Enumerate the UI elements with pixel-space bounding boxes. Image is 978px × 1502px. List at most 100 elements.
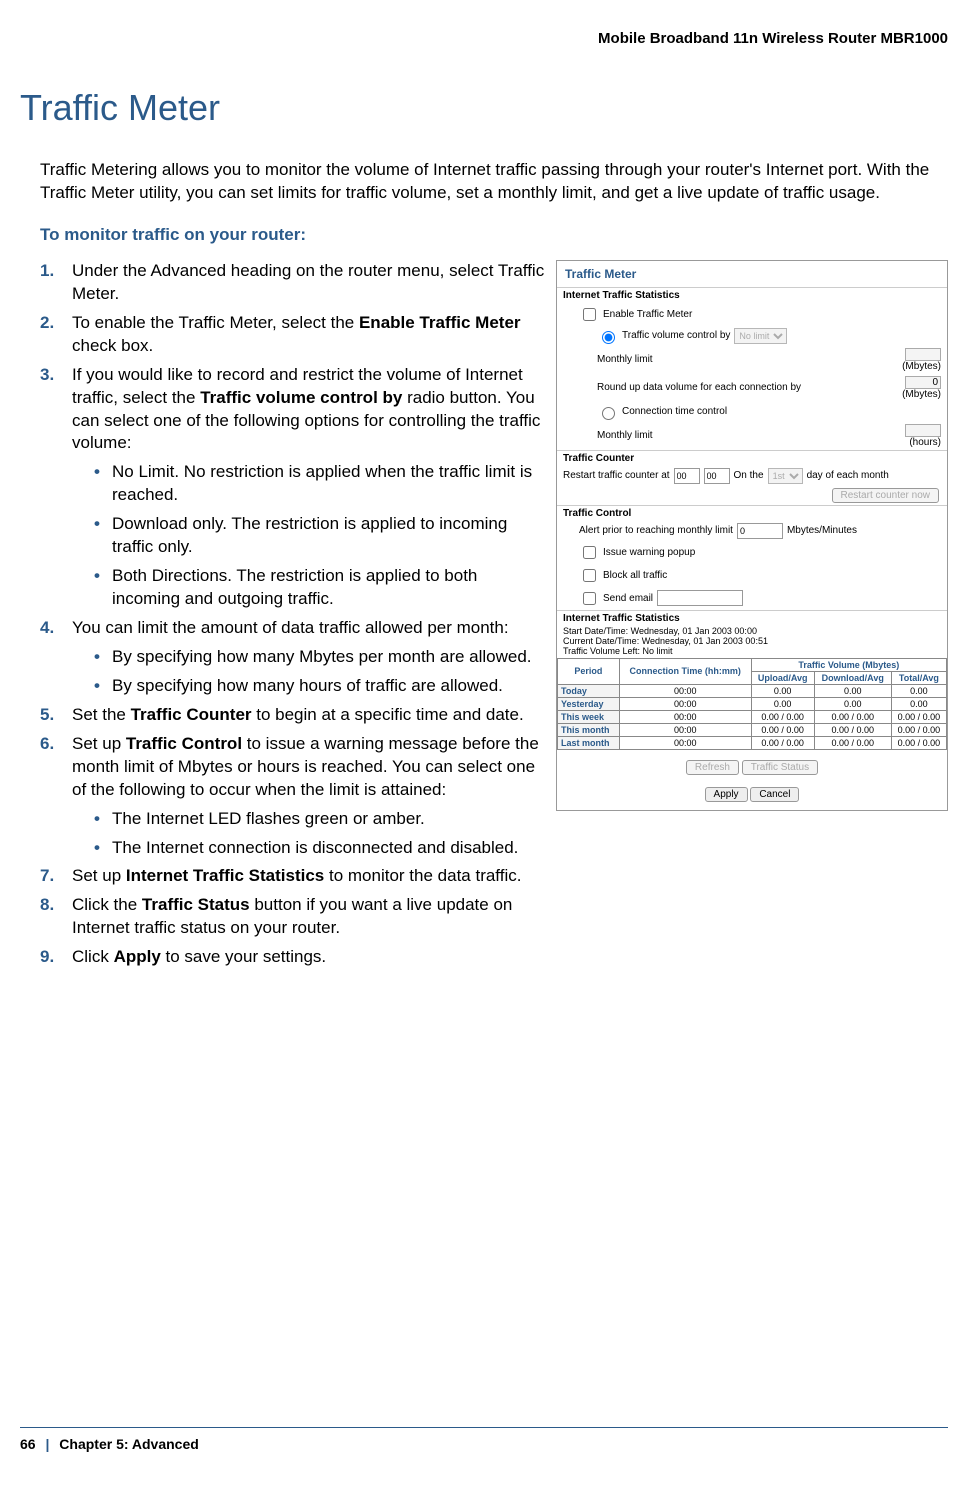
table-row: Today00:000.000.000.00 xyxy=(558,684,947,697)
roundup-val: 0 xyxy=(905,376,941,389)
page-number: 66 xyxy=(20,1436,36,1452)
send-label: Send email xyxy=(603,593,653,604)
th-tot: Total/Avg xyxy=(891,671,946,684)
stats-table: Period Connection Time (hh:mm) Traffic V… xyxy=(557,658,947,750)
shot-section-stats2: Internet Traffic Statistics xyxy=(557,610,947,626)
issue-warning-checkbox[interactable] xyxy=(583,546,596,559)
step-3: If you would like to record and restrict… xyxy=(40,364,546,611)
step-8: Click the Traffic Status button if you w… xyxy=(40,894,546,940)
mb-unit2: (Mbytes) xyxy=(902,389,941,400)
shot-section-control: Traffic Control xyxy=(557,505,947,521)
step-9: Click Apply to save your settings. xyxy=(40,946,546,969)
step-6: Set up Traffic Control to issue a warnin… xyxy=(40,733,546,860)
step-5: Set the Traffic Counter to begin at a sp… xyxy=(40,704,546,727)
chapter-label: Chapter 5: Advanced xyxy=(59,1436,199,1452)
block-label: Block all traffic xyxy=(603,570,667,581)
vol-left: Traffic Volume Left: No limit xyxy=(557,646,947,656)
bold: Enable Traffic Meter xyxy=(359,313,521,332)
alert-label: Alert prior to reaching monthly limit xyxy=(579,525,733,536)
monthly-limit-label-2: Monthly limit xyxy=(597,430,653,441)
text: to begin at a specific time and date. xyxy=(252,705,524,724)
conn-time-label: Connection time control xyxy=(622,406,727,417)
table-row: Yesterday00:000.000.000.00 xyxy=(558,697,947,710)
restart-label-b: On the xyxy=(734,470,764,481)
restart-hh-input[interactable] xyxy=(674,468,700,484)
restart-counter-button[interactable]: Restart counter now xyxy=(832,488,940,503)
step-4: You can limit the amount of data traffic… xyxy=(40,617,546,698)
text: Set up xyxy=(72,734,126,753)
steps-list: Under the Advanced heading on the router… xyxy=(40,260,546,969)
text: Set up xyxy=(72,866,126,885)
enable-label: Enable Traffic Meter xyxy=(603,309,692,320)
sub-heading: To monitor traffic on your router: xyxy=(40,225,948,245)
text: to monitor the data traffic. xyxy=(324,866,521,885)
text: to save your settings. xyxy=(161,947,326,966)
text: Set the xyxy=(72,705,131,724)
mb-unit: (Mbytes) xyxy=(902,361,941,372)
curr-dt: Current Date/Time: Wednesday, 01 Jan 200… xyxy=(557,636,947,646)
bullet: Both Directions. The restriction is appl… xyxy=(94,565,546,611)
restart-mm-input[interactable] xyxy=(704,468,730,484)
text: Click the xyxy=(72,895,142,914)
alert-unit: Mbytes/Minutes xyxy=(787,525,857,536)
refresh-button[interactable]: Refresh xyxy=(686,760,739,775)
apply-button[interactable]: Apply xyxy=(705,787,748,802)
page-title: Traffic Meter xyxy=(20,87,948,129)
table-row: Last month00:000.00 / 0.000.00 / 0.000.0… xyxy=(558,736,947,749)
th-dn: Download/Avg xyxy=(814,671,891,684)
alert-value-input[interactable] xyxy=(737,523,783,539)
page-footer: 66 | Chapter 5: Advanced xyxy=(20,1427,948,1460)
bold: Traffic Control xyxy=(126,734,242,753)
send-email-input[interactable] xyxy=(657,590,743,606)
traffic-status-button[interactable]: Traffic Status xyxy=(742,760,818,775)
mb-unit-box xyxy=(905,348,941,361)
bullet: The Internet LED flashes green or amber. xyxy=(94,808,546,831)
shot-title: Traffic Meter xyxy=(557,261,947,287)
restart-label-c: day of each month xyxy=(807,470,889,481)
bold: Apply xyxy=(114,947,161,966)
th-period: Period xyxy=(558,658,620,684)
send-email-checkbox[interactable] xyxy=(583,592,596,605)
th-up: Upload/Avg xyxy=(751,671,814,684)
bold: Internet Traffic Statistics xyxy=(126,866,324,885)
hours-unit: (hours) xyxy=(909,437,941,448)
text: Click xyxy=(72,947,114,966)
block-traffic-checkbox[interactable] xyxy=(583,569,596,582)
bullet: By specifying how many hours of traffic … xyxy=(94,675,546,698)
shot-section-counter: Traffic Counter xyxy=(557,450,947,466)
enable-traffic-checkbox[interactable] xyxy=(583,308,596,321)
text: To enable the Traffic Meter, select the xyxy=(72,313,359,332)
table-row: This month00:000.00 / 0.000.00 / 0.000.0… xyxy=(558,723,947,736)
bold: Traffic Status xyxy=(142,895,250,914)
bullet: By specifying how many Mbytes per month … xyxy=(94,646,546,669)
start-dt: Start Date/Time: Wednesday, 01 Jan 2003 … xyxy=(557,626,947,636)
hours-box xyxy=(905,424,941,437)
screenshot-panel: Traffic Meter Internet Traffic Statistic… xyxy=(556,260,948,811)
bullet: Download only. The restriction is applie… xyxy=(94,513,546,559)
th-ct: Connection Time (hh:mm) xyxy=(619,658,751,684)
restart-day-select[interactable]: 1st xyxy=(768,468,803,484)
th-vol: Traffic Volume (Mbytes) xyxy=(751,658,946,671)
doc-header: Mobile Broadband 11n Wireless Router MBR… xyxy=(20,20,948,87)
restart-label-a: Restart traffic counter at xyxy=(563,470,670,481)
footer-sep: | xyxy=(39,1436,55,1452)
cancel-button[interactable]: Cancel xyxy=(750,787,799,802)
bullet: No Limit. No restriction is applied when… xyxy=(94,461,546,507)
step-1: Under the Advanced heading on the router… xyxy=(40,260,546,306)
monthly-limit-label: Monthly limit xyxy=(597,354,653,365)
text: You can limit the amount of data traffic… xyxy=(72,618,509,637)
text: check box. xyxy=(72,336,153,355)
bold: Traffic volume control by xyxy=(200,388,402,407)
table-row: This week00:000.00 / 0.000.00 / 0.000.00… xyxy=(558,710,947,723)
bold: Traffic Counter xyxy=(131,705,252,724)
shot-section-stats: Internet Traffic Statistics xyxy=(557,287,947,303)
step-2: To enable the Traffic Meter, select the … xyxy=(40,312,546,358)
volume-control-radio[interactable] xyxy=(602,331,615,344)
intro-paragraph: Traffic Metering allows you to monitor t… xyxy=(40,159,948,205)
vol-ctrl-label: Traffic volume control by xyxy=(622,330,730,341)
conn-time-radio[interactable] xyxy=(602,407,615,420)
step-7: Set up Internet Traffic Statistics to mo… xyxy=(40,865,546,888)
volume-select[interactable]: No limit xyxy=(734,328,787,344)
issue-label: Issue warning popup xyxy=(603,547,695,558)
bullet: The Internet connection is disconnected … xyxy=(94,837,546,860)
